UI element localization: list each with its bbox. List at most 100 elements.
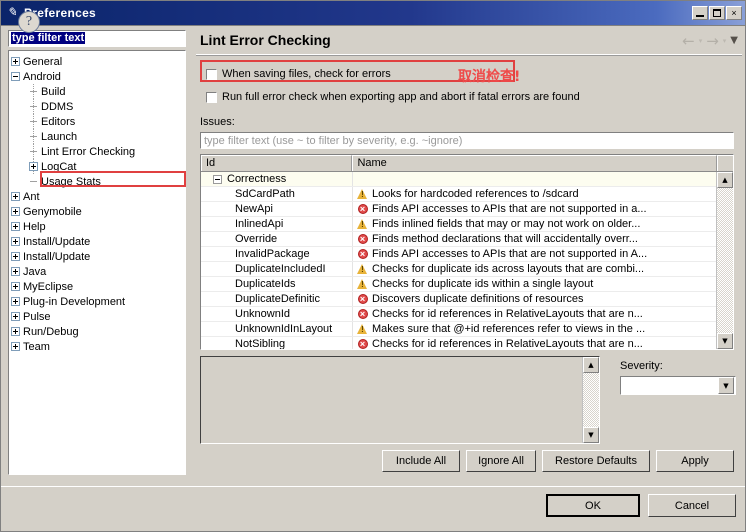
expand-plus-icon[interactable] bbox=[11, 282, 20, 291]
tree-dash-icon bbox=[30, 106, 37, 107]
sidebar-item-label: Lint Error Checking bbox=[41, 145, 136, 158]
cell-id: Override bbox=[201, 232, 353, 246]
table-row[interactable]: DuplicateIncludedI Checks for duplicate … bbox=[201, 262, 716, 277]
table-row[interactable]: SdCardPath Looks for hardcoded reference… bbox=[201, 187, 716, 202]
sidebar-item-usage-stats[interactable]: Usage Stats bbox=[9, 174, 185, 189]
scroll-down-button[interactable]: ▼ bbox=[717, 333, 733, 349]
expand-plus-icon[interactable] bbox=[29, 162, 38, 171]
sidebar-item-java[interactable]: Java bbox=[9, 264, 185, 279]
nav-toolbar: ← ▾ → ▾ ▼ bbox=[682, 34, 738, 49]
expand-plus-icon[interactable] bbox=[11, 207, 20, 216]
scroll-down-button[interactable]: ▼ bbox=[583, 427, 599, 443]
expand-plus-icon[interactable] bbox=[11, 297, 20, 306]
menu-chevron-down-icon[interactable]: ▼ bbox=[730, 34, 738, 48]
preferences-sidebar: type filter text General Android Build D… bbox=[4, 28, 192, 480]
column-header-id[interactable]: Id bbox=[201, 155, 353, 171]
checkbox-run-full-error-check[interactable]: Run full error check when exporting app … bbox=[206, 91, 580, 103]
scroll-up-button[interactable]: ▲ bbox=[583, 357, 599, 373]
scrollbar-track[interactable] bbox=[717, 188, 733, 333]
ignore-all-button[interactable]: Ignore All bbox=[466, 450, 536, 472]
table-row[interactable]: InlinedApi Finds inlined fields that may… bbox=[201, 217, 716, 232]
back-arrow-icon[interactable]: ← bbox=[682, 34, 695, 49]
restore-defaults-button[interactable]: Restore Defaults bbox=[542, 450, 650, 472]
issue-description-panel: ▲ ▼ bbox=[200, 356, 600, 444]
expand-plus-icon[interactable] bbox=[11, 222, 20, 231]
close-button[interactable]: × bbox=[726, 5, 742, 20]
sidebar-item-run-debug[interactable]: Run/Debug bbox=[9, 324, 185, 339]
sidebar-filter-value: type filter text bbox=[11, 32, 86, 44]
sidebar-item-genymobile[interactable]: Genymobile bbox=[9, 204, 185, 219]
sidebar-item-install-update-1[interactable]: Install/Update bbox=[9, 234, 185, 249]
expand-plus-icon[interactable] bbox=[11, 327, 20, 336]
sidebar-item-label: Install/Update bbox=[23, 235, 91, 248]
expand-plus-icon[interactable] bbox=[11, 312, 20, 321]
sidebar-item-label: Team bbox=[23, 340, 50, 353]
sidebar-item-myeclipse[interactable]: MyEclipse bbox=[9, 279, 185, 294]
error-icon bbox=[357, 234, 368, 245]
sidebar-item-help[interactable]: Help bbox=[9, 219, 185, 234]
table-row[interactable]: Override Finds method declarations that … bbox=[201, 232, 716, 247]
issues-filter-input[interactable]: type filter text (use ~ to filter by sev… bbox=[200, 132, 734, 149]
collapse-minus-icon[interactable] bbox=[213, 174, 222, 184]
expand-plus-icon[interactable] bbox=[11, 267, 20, 276]
sidebar-item-plug-in-development[interactable]: Plug-in Development bbox=[9, 294, 185, 309]
sidebar-item-label: Genymobile bbox=[23, 205, 82, 218]
checkbox-icon[interactable] bbox=[206, 91, 217, 103]
column-header-name[interactable]: Name bbox=[352, 155, 718, 171]
sidebar-item-logcat[interactable]: LogCat bbox=[9, 159, 185, 174]
cell-name: Makes sure that @+id references refer to… bbox=[353, 322, 716, 336]
sidebar-item-android[interactable]: Android bbox=[9, 69, 185, 84]
sidebar-item-team[interactable]: Team bbox=[9, 339, 185, 354]
severity-select[interactable]: ▼ bbox=[620, 376, 736, 395]
sidebar-filter-input[interactable]: type filter text bbox=[8, 30, 186, 47]
expand-plus-icon[interactable] bbox=[11, 192, 20, 201]
table-row[interactable]: DuplicateDefinitic Discovers duplicate d… bbox=[201, 292, 716, 307]
scrollbar-track[interactable] bbox=[583, 373, 599, 427]
sidebar-item-editors[interactable]: Editors bbox=[9, 114, 185, 129]
issues-table[interactable]: Id Name Correctness SdCardPath ! Looks f… bbox=[200, 154, 734, 350]
table-row[interactable]: Correctness bbox=[201, 172, 716, 187]
sidebar-item-build[interactable]: Build bbox=[9, 84, 185, 99]
window-titlebar[interactable]: ✎ Preferences × bbox=[0, 0, 746, 26]
tree-dash-icon bbox=[30, 91, 37, 92]
sidebar-item-install-update-2[interactable]: Install/Update bbox=[9, 249, 185, 264]
back-chevron-down-icon[interactable]: ▾ bbox=[699, 34, 703, 48]
checkbox-when-saving-files[interactable]: When saving files, check for errors bbox=[206, 68, 391, 80]
ok-button[interactable]: OK bbox=[546, 494, 640, 517]
sidebar-item-lint-error-checking[interactable]: Lint Error Checking bbox=[9, 144, 185, 159]
expand-plus-icon[interactable] bbox=[11, 252, 20, 261]
checkbox-label: Run full error check when exporting app … bbox=[222, 91, 580, 103]
table-scrollbar[interactable]: ▲ ▼ bbox=[716, 172, 733, 349]
forward-chevron-down-icon[interactable]: ▾ bbox=[723, 34, 727, 48]
expand-plus-icon[interactable] bbox=[11, 57, 20, 66]
expand-plus-icon[interactable] bbox=[11, 342, 20, 351]
warning-icon bbox=[357, 218, 368, 230]
table-row[interactable]: DuplicateIds Checks for duplicate ids wi… bbox=[201, 277, 716, 292]
scroll-up-button[interactable]: ▲ bbox=[717, 172, 733, 188]
table-row[interactable]: InvalidPackage Finds API accesses to API… bbox=[201, 247, 716, 262]
table-row[interactable]: NotSibling Checks for id references in R… bbox=[201, 337, 716, 349]
description-scrollbar[interactable]: ▲ ▼ bbox=[582, 357, 599, 443]
sidebar-item-label: MyEclipse bbox=[23, 280, 74, 293]
maximize-button[interactable] bbox=[709, 5, 725, 20]
sidebar-item-pulse[interactable]: Pulse bbox=[9, 309, 185, 324]
apply-button[interactable]: Apply bbox=[656, 450, 734, 472]
checkbox-icon[interactable] bbox=[206, 68, 217, 80]
table-row[interactable]: UnknownIdInLayout Makes sure that @+id r… bbox=[201, 322, 716, 337]
include-all-button[interactable]: Include All bbox=[382, 450, 460, 472]
chevron-down-icon[interactable]: ▼ bbox=[718, 377, 734, 394]
sidebar-item-ant[interactable]: Ant bbox=[9, 189, 185, 204]
sidebar-item-ddms[interactable]: DDMS bbox=[9, 99, 185, 114]
minimize-button[interactable] bbox=[692, 5, 708, 20]
collapse-minus-icon[interactable] bbox=[11, 72, 20, 81]
preferences-tree[interactable]: General Android Build DDMS Editors Launc… bbox=[8, 50, 186, 475]
cancel-button[interactable]: Cancel bbox=[648, 494, 736, 517]
help-icon[interactable]: ? bbox=[18, 11, 40, 33]
sidebar-item-general[interactable]: General bbox=[9, 54, 185, 69]
table-row[interactable]: UnknownId Checks for id references in Re… bbox=[201, 307, 716, 322]
sidebar-item-launch[interactable]: Launch bbox=[9, 129, 185, 144]
table-row[interactable]: NewApi Finds API accesses to APIs that a… bbox=[201, 202, 716, 217]
expand-plus-icon[interactable] bbox=[11, 237, 20, 246]
forward-arrow-icon[interactable]: → bbox=[706, 34, 719, 49]
cell-name-text: Finds API accesses to APIs that are not … bbox=[372, 248, 648, 260]
